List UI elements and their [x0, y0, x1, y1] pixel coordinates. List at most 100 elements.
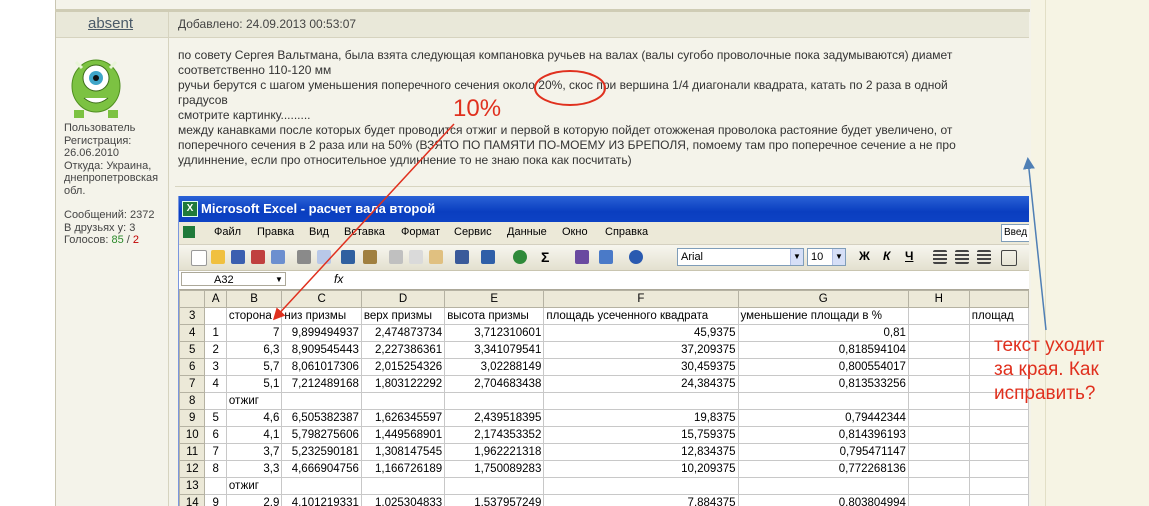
- menu-data[interactable]: Данные: [507, 226, 547, 238]
- table-cell[interactable]: [907, 460, 970, 478]
- table-cell[interactable]: 1,537957249: [444, 494, 545, 506]
- table-cell[interactable]: 8,061017306: [281, 358, 362, 376]
- name-box[interactable]: A32 ▼: [181, 272, 286, 286]
- column-header[interactable]: B: [225, 290, 283, 308]
- table-cell[interactable]: 2,227386361: [360, 341, 446, 359]
- table-cell[interactable]: 3,7: [225, 443, 283, 461]
- merge-center-icon[interactable]: [1001, 250, 1017, 266]
- table-cell[interactable]: 4,101219331: [281, 494, 362, 506]
- table-cell[interactable]: сторона: [225, 307, 283, 325]
- menu-edit[interactable]: Правка: [257, 226, 294, 238]
- chart-wizard-icon[interactable]: [599, 250, 613, 264]
- table-cell[interactable]: 3,712310601: [444, 324, 545, 342]
- save-icon[interactable]: [231, 250, 245, 264]
- table-cell[interactable]: 8: [204, 460, 227, 478]
- table-cell[interactable]: [281, 477, 362, 495]
- table-cell[interactable]: [907, 358, 970, 376]
- column-header[interactable]: A: [204, 290, 227, 308]
- open-icon[interactable]: [211, 250, 225, 264]
- table-cell[interactable]: [543, 477, 739, 495]
- table-cell[interactable]: площадь усеченного квадрата: [543, 307, 739, 325]
- table-cell[interactable]: 0,818594104: [737, 341, 909, 359]
- table-cell[interactable]: 1,308147545: [360, 443, 446, 461]
- table-cell[interactable]: 5,232590181: [281, 443, 362, 461]
- table-cell[interactable]: 1,449568901: [360, 426, 446, 444]
- table-cell[interactable]: отжиг: [225, 477, 283, 495]
- table-cell[interactable]: 1,626345597: [360, 409, 446, 427]
- row-header[interactable]: 7: [179, 375, 206, 393]
- permission-icon[interactable]: [251, 250, 265, 264]
- align-left-icon[interactable]: [933, 250, 947, 264]
- author-link[interactable]: absent: [88, 15, 133, 32]
- align-center-icon[interactable]: [955, 250, 969, 264]
- table-cell[interactable]: 2,015254326: [360, 358, 446, 376]
- table-cell[interactable]: 2,174353352: [444, 426, 545, 444]
- row-header[interactable]: 13: [179, 477, 206, 495]
- spelling-icon[interactable]: [341, 250, 355, 264]
- table-cell[interactable]: 37,209375: [543, 341, 739, 359]
- menu-file[interactable]: Файл: [214, 226, 241, 238]
- preview-icon[interactable]: [317, 250, 331, 264]
- table-cell[interactable]: 1: [204, 324, 227, 342]
- bold-button[interactable]: Ж: [859, 249, 870, 263]
- column-header[interactable]: G: [737, 290, 909, 308]
- table-cell[interactable]: [907, 307, 970, 325]
- new-icon[interactable]: [191, 250, 207, 266]
- paste-icon[interactable]: [429, 250, 443, 264]
- table-cell[interactable]: [968, 494, 1029, 506]
- table-cell[interactable]: 7,884375: [543, 494, 739, 506]
- italic-button[interactable]: К: [883, 249, 890, 263]
- table-cell[interactable]: 6,3: [225, 341, 283, 359]
- table-cell[interactable]: 5: [204, 409, 227, 427]
- table-cell[interactable]: низ призмы: [281, 307, 362, 325]
- table-cell[interactable]: 8,909545443: [281, 341, 362, 359]
- table-cell[interactable]: [968, 426, 1029, 444]
- table-cell[interactable]: [907, 341, 970, 359]
- copy-icon[interactable]: [409, 250, 423, 264]
- undo-icon[interactable]: [481, 250, 495, 264]
- menu-service[interactable]: Сервис: [454, 226, 492, 238]
- table-cell[interactable]: уменьшение площади в %: [737, 307, 909, 325]
- table-cell[interactable]: 7,212489168: [281, 375, 362, 393]
- table-cell[interactable]: 3,341079541: [444, 341, 545, 359]
- table-cell[interactable]: 9: [204, 494, 227, 506]
- table-cell[interactable]: 0,800554017: [737, 358, 909, 376]
- table-cell[interactable]: 0,772268136: [737, 460, 909, 478]
- row-header[interactable]: 9: [179, 409, 206, 427]
- column-header[interactable]: F: [543, 290, 739, 308]
- row-header[interactable]: 3: [179, 307, 206, 325]
- table-cell[interactable]: 4,6: [225, 409, 283, 427]
- table-cell[interactable]: 4,666904756: [281, 460, 362, 478]
- row-header[interactable]: 8: [179, 392, 206, 410]
- table-cell[interactable]: 7: [225, 324, 283, 342]
- table-cell[interactable]: 0,814396193: [737, 426, 909, 444]
- table-cell[interactable]: [907, 409, 970, 427]
- table-cell[interactable]: 0,813533256: [737, 375, 909, 393]
- underline-button[interactable]: Ч: [905, 249, 913, 263]
- font-size-select[interactable]: 10 ▼: [807, 248, 846, 266]
- table-cell[interactable]: [907, 477, 970, 495]
- row-header[interactable]: 5: [179, 341, 206, 359]
- menu-insert[interactable]: Вставка: [344, 226, 385, 238]
- table-cell[interactable]: 2,439518395: [444, 409, 545, 427]
- column-header[interactable]: C: [281, 290, 362, 308]
- table-cell[interactable]: 3,3: [225, 460, 283, 478]
- table-cell[interactable]: 1,803122292: [360, 375, 446, 393]
- table-cell[interactable]: 0,795471147: [737, 443, 909, 461]
- row-header[interactable]: 6: [179, 358, 206, 376]
- table-cell[interactable]: 15,759375: [543, 426, 739, 444]
- table-cell[interactable]: 2,704683438: [444, 375, 545, 393]
- table-cell[interactable]: 6: [204, 426, 227, 444]
- table-cell[interactable]: [907, 392, 970, 410]
- table-cell[interactable]: [444, 477, 545, 495]
- column-header[interactable]: [968, 290, 1029, 308]
- table-cell[interactable]: [204, 477, 227, 495]
- table-cell[interactable]: 7: [204, 443, 227, 461]
- table-cell[interactable]: 5,7: [225, 358, 283, 376]
- table-cell[interactable]: [360, 392, 446, 410]
- format-painter-icon[interactable]: [455, 250, 469, 264]
- table-cell[interactable]: 1,166726189: [360, 460, 446, 478]
- font-name-select[interactable]: Arial ▼: [677, 248, 804, 266]
- table-cell[interactable]: [907, 324, 970, 342]
- table-cell[interactable]: [907, 426, 970, 444]
